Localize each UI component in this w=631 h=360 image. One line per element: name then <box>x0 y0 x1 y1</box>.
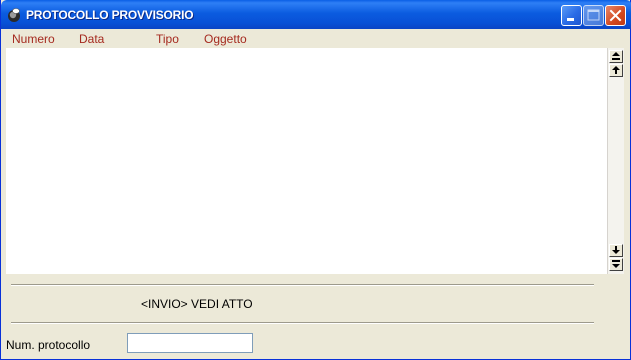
protocol-number-input[interactable] <box>127 333 253 353</box>
maximize-icon <box>587 9 600 21</box>
scroll-down-button[interactable] <box>609 244 623 257</box>
scroll-up-icon <box>612 66 620 74</box>
scroll-up-button[interactable] <box>609 64 623 77</box>
close-button[interactable] <box>605 5 626 26</box>
protocol-list[interactable] <box>6 48 607 274</box>
protocol-number-label: Num. protocollo <box>6 338 91 352</box>
protocol-window: PROTOCOLLO PROVVISORIO Numero Data Tipo … <box>0 0 631 360</box>
scroll-bottom-button[interactable] <box>609 258 623 271</box>
minimize-icon <box>567 18 574 21</box>
maximize-button[interactable] <box>583 5 604 26</box>
scroll-top-button[interactable] <box>609 50 623 63</box>
window-title: PROTOCOLLO PROVVISORIO <box>26 8 194 22</box>
divider-bottom <box>11 322 594 324</box>
scroll-top-icon <box>612 52 620 60</box>
divider-top <box>11 284 594 286</box>
title-bar[interactable]: PROTOCOLLO PROVVISORIO <box>1 0 631 29</box>
app-icon <box>8 8 20 22</box>
column-header-oggetto[interactable]: Oggetto <box>204 32 247 46</box>
column-header-data[interactable]: Data <box>79 32 104 46</box>
scroll-bottom-icon <box>612 260 620 268</box>
close-icon <box>609 9 622 22</box>
list-scrollbar[interactable] <box>607 48 624 274</box>
hint-text: <INVIO> VEDI ATTO <box>141 297 253 311</box>
list-header: Numero Data Tipo Oggetto <box>1 29 630 47</box>
minimize-button[interactable] <box>561 5 582 26</box>
column-header-numero[interactable]: Numero <box>12 32 55 46</box>
column-header-tipo[interactable]: Tipo <box>156 32 179 46</box>
scroll-down-icon <box>612 246 620 254</box>
